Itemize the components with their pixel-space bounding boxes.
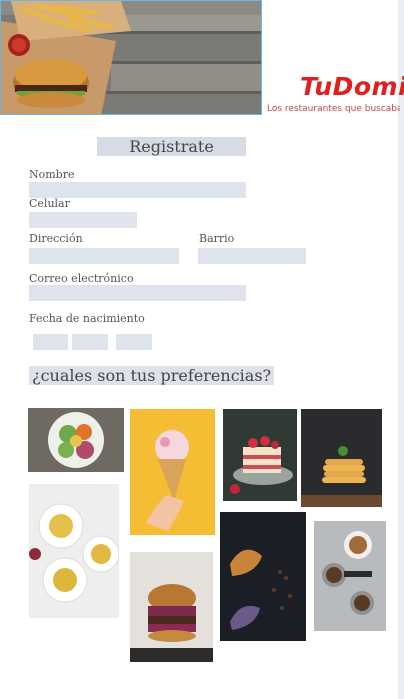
birth-day-field[interactable] (33, 334, 68, 350)
ice-cream-cone-option[interactable] (130, 409, 215, 535)
preferences-title: ¿cuales son tus preferencias? (29, 366, 275, 385)
pasta-plates-option[interactable] (29, 484, 119, 618)
hero-banner-image (0, 0, 262, 115)
coffee-beans-option[interactable] (314, 521, 386, 631)
neighborhood-field[interactable] (198, 248, 306, 264)
neighborhood-label: Barrio (199, 232, 235, 245)
brand-tagline: Los restaurantes que buscabas est (267, 104, 400, 114)
phone-field[interactable] (29, 212, 137, 228)
form-title: Registrate (97, 137, 246, 156)
pancake-stack-option[interactable] (301, 409, 382, 507)
birth-year-field[interactable] (116, 334, 152, 350)
strawberry-cake-option[interactable] (223, 409, 297, 501)
salad-bowl-option[interactable] (28, 408, 124, 472)
email-label: Correo electrónico (29, 272, 134, 285)
address-label: Dirección (29, 232, 83, 245)
name-label: Nombre (29, 168, 75, 181)
address-field[interactable] (29, 248, 179, 264)
birth-month-field[interactable] (72, 334, 108, 350)
email-field[interactable] (29, 285, 246, 301)
name-field[interactable] (29, 182, 246, 198)
birthdate-label: Fecha de nacimiento (29, 312, 145, 325)
croissant-option[interactable] (220, 512, 306, 641)
registration-page: TuDomi Los restaurantes que buscabas est… (0, 0, 404, 699)
phone-label: Celular (29, 197, 70, 210)
brand-logo: TuDomi (300, 72, 404, 101)
burger-option[interactable] (130, 552, 213, 662)
